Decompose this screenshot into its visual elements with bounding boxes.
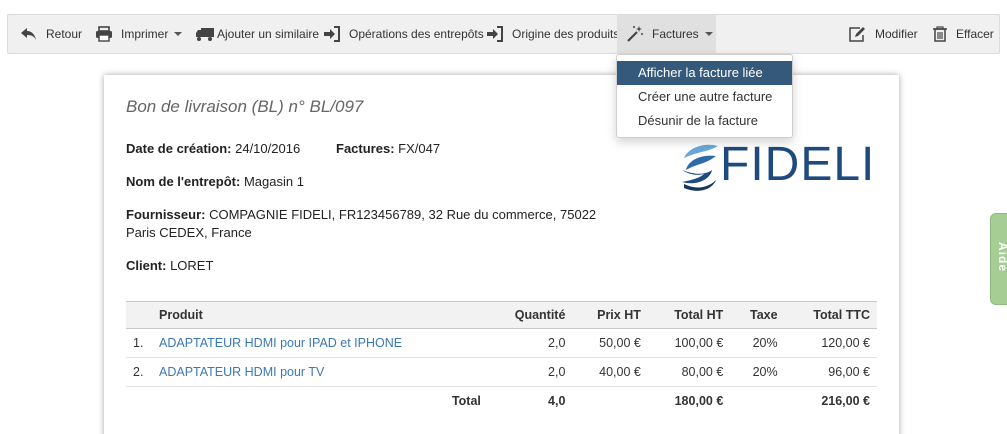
invoices-ref-value: FX/047 bbox=[398, 141, 441, 156]
creation-date-line: Date de création: 24/10/2016 bbox=[126, 141, 300, 156]
chevron-down-icon bbox=[174, 32, 183, 36]
product-origin-label: Origine des produits bbox=[512, 27, 620, 41]
delete-label: Effacer bbox=[956, 27, 994, 41]
table-header-row: Produit Quantité Prix HT Total HT Taxe T… bbox=[126, 301, 877, 329]
document-title: Bon de livraison (BL) n° BL/097 bbox=[126, 97, 364, 116]
company-logo: FIDELI bbox=[678, 137, 878, 193]
client-label: Client: bbox=[126, 258, 167, 273]
tax-cell: 20% bbox=[730, 357, 785, 387]
edit-button[interactable]: Modifier bbox=[848, 15, 918, 53]
product-origin-button[interactable]: Origine des produits bbox=[486, 15, 619, 53]
supplier-address-line2: Paris CEDEX, France bbox=[126, 225, 252, 240]
client-line: Client: LORET bbox=[126, 258, 213, 273]
invoices-dropdown-button[interactable]: Factures bbox=[617, 15, 716, 53]
warehouse-operations-button[interactable]: Opérations des entrepôts bbox=[323, 15, 484, 53]
col-product: Produit bbox=[152, 301, 488, 329]
sign-in-icon bbox=[324, 26, 340, 42]
table-row: 2. ADAPTATEUR HDMI pour TV 2,0 40,00 € 8… bbox=[126, 357, 877, 387]
supplier-address-line1: COMPAGNIE FIDELI, FR123456789, 32 Rue du… bbox=[209, 207, 597, 222]
col-tax: Taxe bbox=[730, 301, 785, 329]
row-number: 1. bbox=[126, 328, 152, 358]
logo-text: FIDELI bbox=[720, 138, 876, 191]
add-similar-button[interactable]: Ajouter un similaire bbox=[195, 15, 319, 53]
help-tab-label: Aide bbox=[996, 242, 1007, 273]
row-number: 2. bbox=[126, 357, 152, 387]
col-num bbox=[126, 301, 152, 329]
help-tab[interactable]: Aide bbox=[990, 213, 1007, 305]
quantity-cell: 2,0 bbox=[487, 328, 573, 358]
warehouse-operations-label: Opérations des entrepôts bbox=[349, 27, 484, 41]
total-empty-tax bbox=[730, 387, 784, 416]
back-label: Retour bbox=[46, 27, 83, 41]
back-button[interactable]: Retour bbox=[20, 15, 82, 53]
total-quantity: 4,0 bbox=[548, 394, 566, 409]
product-link[interactable]: ADAPTATEUR HDMI pour TV bbox=[159, 365, 324, 379]
printer-icon bbox=[96, 26, 112, 42]
supplier-line: Fournisseur: COMPAGNIE FIDELI, FR1234567… bbox=[126, 207, 596, 222]
tax-cell: 20% bbox=[730, 328, 785, 358]
total-ht-cell: 100,00 € bbox=[647, 328, 731, 358]
back-arrow-icon bbox=[21, 28, 36, 40]
total-label: Total bbox=[451, 394, 481, 409]
product-link[interactable]: ADAPTATEUR HDMI pour IPAD et IPHONE bbox=[159, 336, 402, 350]
col-price-ht: Prix HT bbox=[572, 301, 648, 329]
total-empty-price bbox=[572, 387, 647, 416]
col-total-ht: Total HT bbox=[647, 301, 731, 329]
total-ht-cell: 80,00 € bbox=[647, 357, 731, 387]
truck-icon bbox=[196, 28, 214, 41]
client-value: LORET bbox=[170, 258, 214, 273]
invoices-line: Factures: FX/047 bbox=[336, 141, 440, 156]
delete-button[interactable]: Effacer bbox=[932, 15, 994, 53]
quantity-cell: 2,0 bbox=[487, 357, 573, 387]
menu-item-create-other-invoice[interactable]: Créer une autre facture bbox=[617, 85, 792, 109]
menu-item-show-linked-invoice[interactable]: Afficher la facture liée bbox=[617, 61, 792, 85]
table-total-row: Total 4,0 180,00 € 216,00 € bbox=[126, 387, 877, 416]
col-total-ttc: Total TTC bbox=[784, 301, 877, 329]
menu-item-unlink-invoice[interactable]: Désunir de la facture bbox=[617, 109, 792, 133]
table-row: 1. ADAPTATEUR HDMI pour IPAD et IPHONE 2… bbox=[126, 328, 877, 358]
products-table: Produit Quantité Prix HT Total HT Taxe T… bbox=[126, 301, 877, 416]
invoices-label: Factures bbox=[652, 27, 699, 41]
price-ht-cell: 40,00 € bbox=[572, 357, 648, 387]
warehouse-value: Magasin 1 bbox=[243, 174, 304, 189]
price-ht-cell: 50,00 € bbox=[572, 328, 648, 358]
fideli-swirl-icon bbox=[682, 144, 718, 191]
creation-date-value: 24/10/2016 bbox=[235, 141, 301, 156]
total-ttc-cell: 120,00 € bbox=[784, 328, 877, 358]
invoices-dropdown-menu: Afficher la facture liée Créer une autre… bbox=[616, 54, 793, 138]
warehouse-label: Nom de l'entrepôt: bbox=[126, 174, 241, 189]
product-cell: ADAPTATEUR HDMI pour TV bbox=[152, 357, 488, 387]
invoices-ref-label: Factures: bbox=[336, 141, 395, 156]
magic-wand-icon bbox=[627, 26, 643, 42]
edit-icon bbox=[849, 27, 865, 42]
sign-in-icon bbox=[487, 26, 503, 42]
chevron-down-icon bbox=[704, 32, 713, 36]
total-empty-cell bbox=[126, 387, 152, 416]
trash-icon bbox=[933, 26, 947, 42]
print-button[interactable]: Imprimer bbox=[95, 15, 183, 53]
col-quantity: Quantité bbox=[487, 301, 573, 329]
product-cell: ADAPTATEUR HDMI pour IPAD et IPHONE bbox=[152, 328, 488, 358]
action-toolbar: Retour Imprimer Ajouter un similaire Opé… bbox=[7, 14, 1000, 54]
print-label: Imprimer bbox=[121, 27, 169, 41]
creation-date-label: Date de création: bbox=[126, 141, 232, 156]
total-ttc-cell: 96,00 € bbox=[784, 357, 877, 387]
total-ht: 180,00 € bbox=[674, 394, 724, 409]
total-ttc: 216,00 € bbox=[821, 394, 870, 409]
edit-label: Modifier bbox=[875, 27, 918, 41]
add-similar-label: Ajouter un similaire bbox=[217, 27, 320, 41]
supplier-label: Fournisseur: bbox=[126, 207, 206, 222]
warehouse-line: Nom de l'entrepôt: Magasin 1 bbox=[126, 174, 304, 189]
